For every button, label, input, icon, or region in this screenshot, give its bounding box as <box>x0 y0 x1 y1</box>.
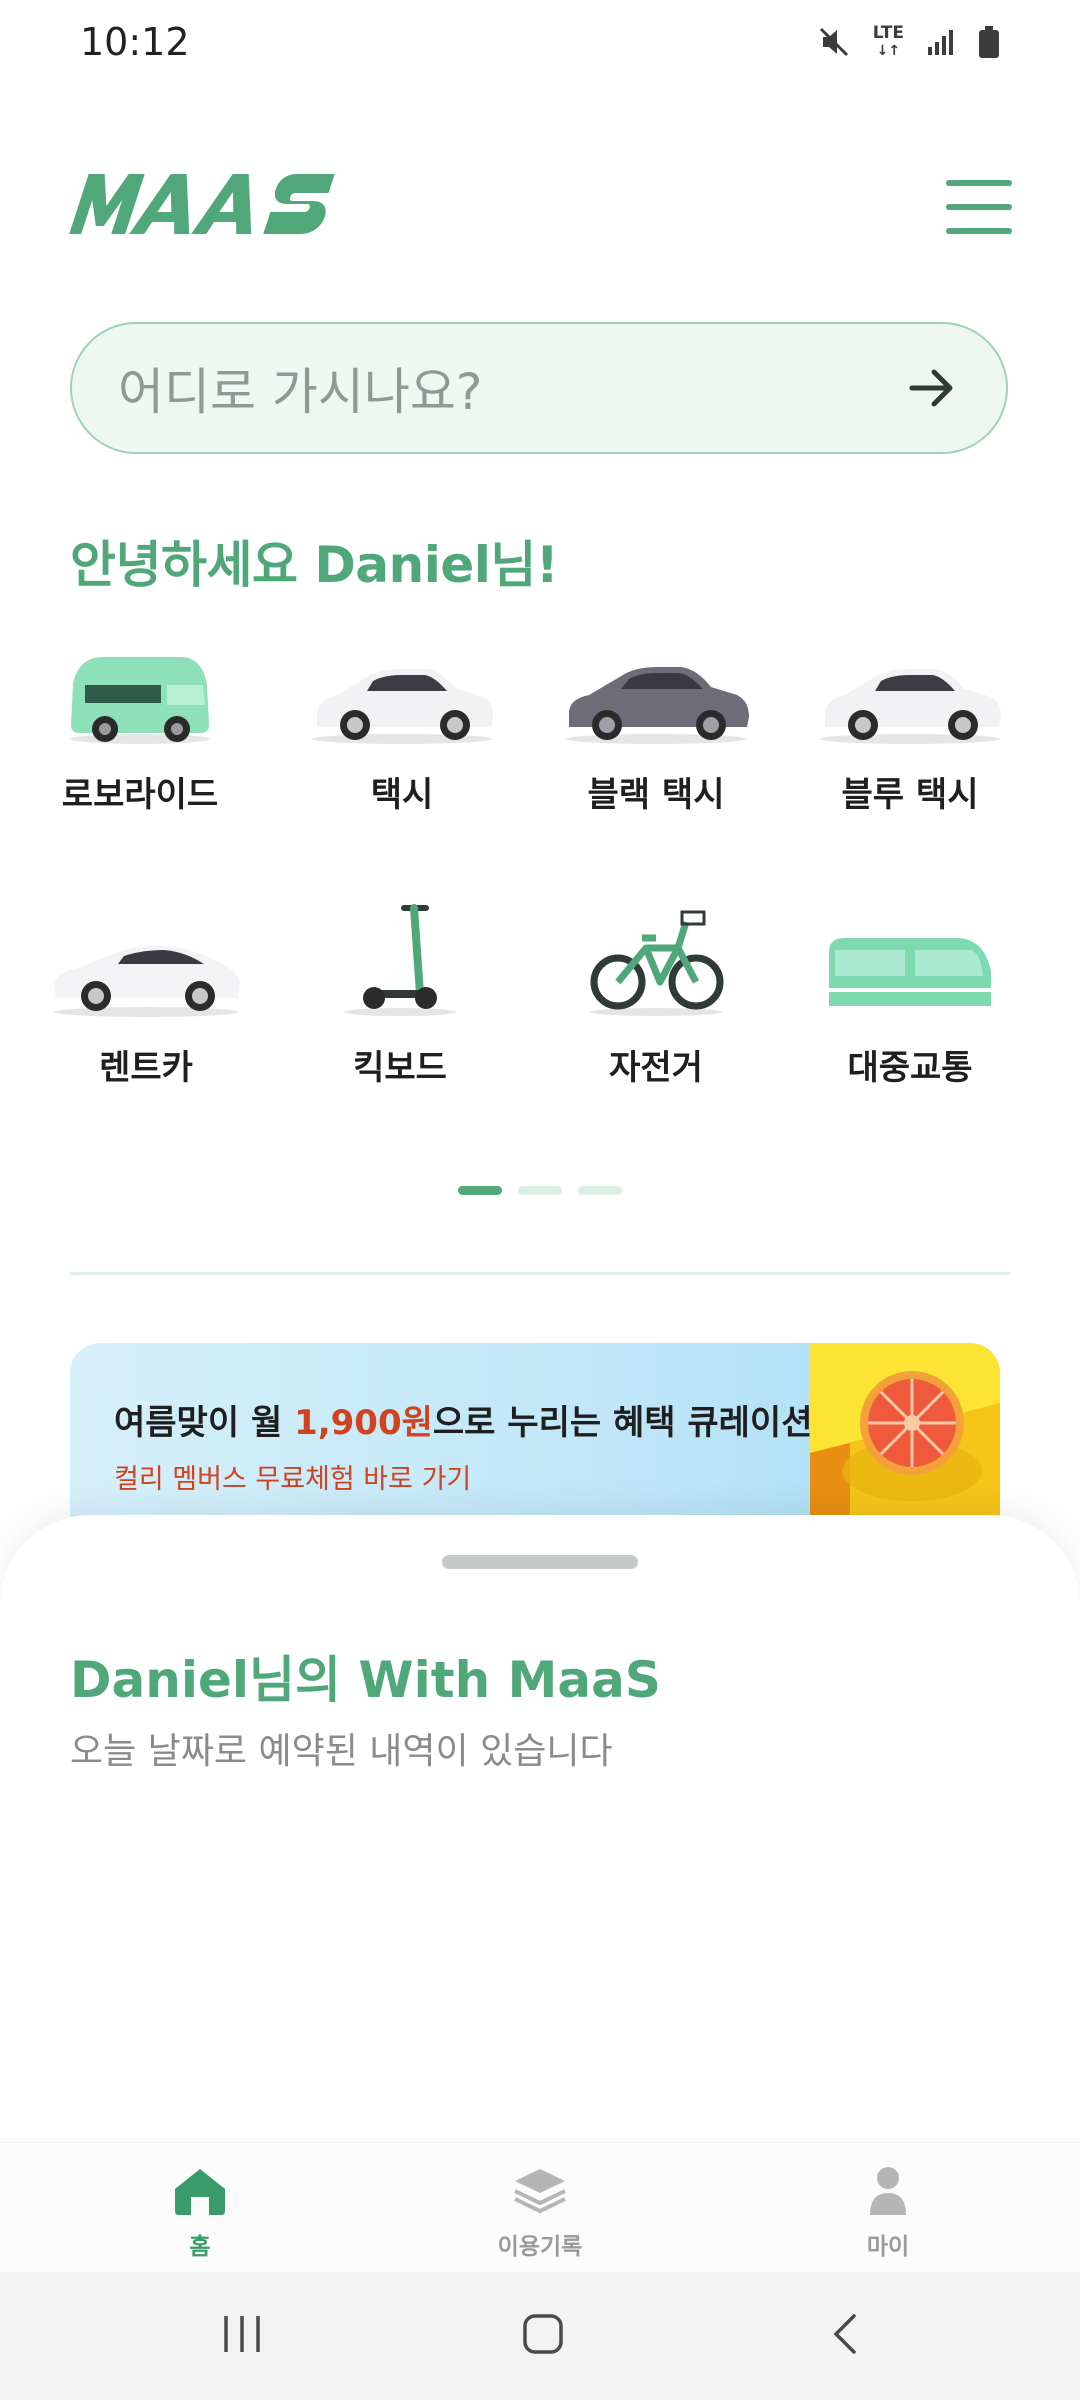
mode-label: 블랙 택시 <box>587 775 725 815</box>
layers-icon <box>514 2169 566 2214</box>
mode-label: 자전거 <box>609 1048 703 1088</box>
nav-home[interactable]: 홈 <box>100 2165 300 2261</box>
robo-van-icon <box>70 657 210 744</box>
mode-rent-car[interactable]: 렌트카 <box>36 898 256 1089</box>
nav-label: 이용기록 <box>497 2234 583 2260</box>
mode-label: 로보라이드 <box>61 775 219 815</box>
rent-car-icon <box>54 945 240 1017</box>
page-dot[interactable] <box>518 1186 562 1195</box>
mode-label: 블루 택시 <box>841 775 979 815</box>
page-dot[interactable] <box>578 1186 622 1195</box>
mode-bicycle[interactable]: 자전거 <box>546 898 766 1089</box>
home-button-icon[interactable] <box>522 2312 564 2356</box>
system-nav-bar <box>0 2272 1080 2400</box>
sheet-title: Daniel님의 With MaaS <box>70 1651 661 1709</box>
section-divider <box>70 1272 1010 1275</box>
status-time: 10:12 <box>80 20 190 64</box>
signal-icon <box>928 30 953 55</box>
menu-button[interactable] <box>946 180 1012 234</box>
sheet-drag-handle[interactable] <box>442 1555 638 1569</box>
greeting-text: 안녕하세요 Daniel님! <box>70 536 559 594</box>
lte-indicator: LTE ↓↑ <box>872 23 904 59</box>
mode-label: 렌트카 <box>99 1048 193 1088</box>
mode-black-taxi[interactable]: 블랙 택시 <box>546 625 766 816</box>
mode-roboride[interactable]: 로보라이드 <box>30 625 250 816</box>
status-icons: LTE ↓↑ <box>817 24 1000 60</box>
search-placeholder: 어디로 가시나요? <box>118 363 483 421</box>
hamburger-icon-line <box>946 228 1012 234</box>
nav-my[interactable]: 마이 <box>788 2165 988 2261</box>
black-taxi-icon <box>566 667 749 744</box>
home-icon <box>175 2169 225 2215</box>
bottom-sheet <box>0 1515 1080 2145</box>
mode-public-transit[interactable]: 대중교통 <box>800 898 1020 1089</box>
recent-apps-icon[interactable] <box>222 2312 262 2356</box>
battery-icon <box>979 26 999 58</box>
nav-label: 마이 <box>866 2234 910 2260</box>
nav-label: 홈 <box>189 2234 211 2260</box>
hamburger-icon-line <box>946 204 1012 210</box>
hamburger-icon-line <box>946 180 1012 186</box>
nav-history[interactable]: 이용기록 <box>440 2165 640 2261</box>
banner-link[interactable]: 컬리 멤버스 무료체험 바로 가기 <box>114 1457 471 1496</box>
person-icon <box>870 2167 906 2215</box>
page-dot[interactable] <box>458 1186 502 1195</box>
mode-label: 대중교통 <box>847 1048 973 1088</box>
public-transit-icon <box>829 938 991 1006</box>
back-icon[interactable] <box>830 2312 860 2356</box>
kickboard-icon <box>344 904 456 1016</box>
mute-icon <box>819 27 848 57</box>
banner-title: 여름맞이 월 1,900원으로 누리는 혜택 큐레이션 <box>114 1403 813 1443</box>
taxi-icon <box>312 669 493 744</box>
mode-kickboard[interactable]: 킥보드 <box>290 898 510 1089</box>
maas-logo <box>68 170 360 242</box>
mode-pagination <box>458 1186 622 1195</box>
blue-taxi-icon <box>820 669 1001 744</box>
promo-banner[interactable]: 여름맞이 월 1,900원으로 누리는 혜택 큐레이션 컬리 멤버스 무료체험 … <box>70 1343 1000 1543</box>
mode-label: 킥보드 <box>353 1048 447 1088</box>
mode-taxi[interactable]: 택시 <box>292 625 512 816</box>
sheet-subtitle: 오늘 날짜로 예약된 내역이 있습니다 <box>70 1731 613 1772</box>
mode-blue-taxi[interactable]: 블루 택시 <box>800 625 1020 816</box>
grapefruit-image <box>810 1343 1000 1543</box>
destination-search[interactable]: 어디로 가시나요? <box>70 322 1008 454</box>
bottom-nav: 홈 이용기록 마이 <box>0 2142 1080 2273</box>
mode-label: 택시 <box>370 775 434 815</box>
arrow-right-icon[interactable] <box>908 368 956 408</box>
bicycle-icon <box>590 910 724 1016</box>
